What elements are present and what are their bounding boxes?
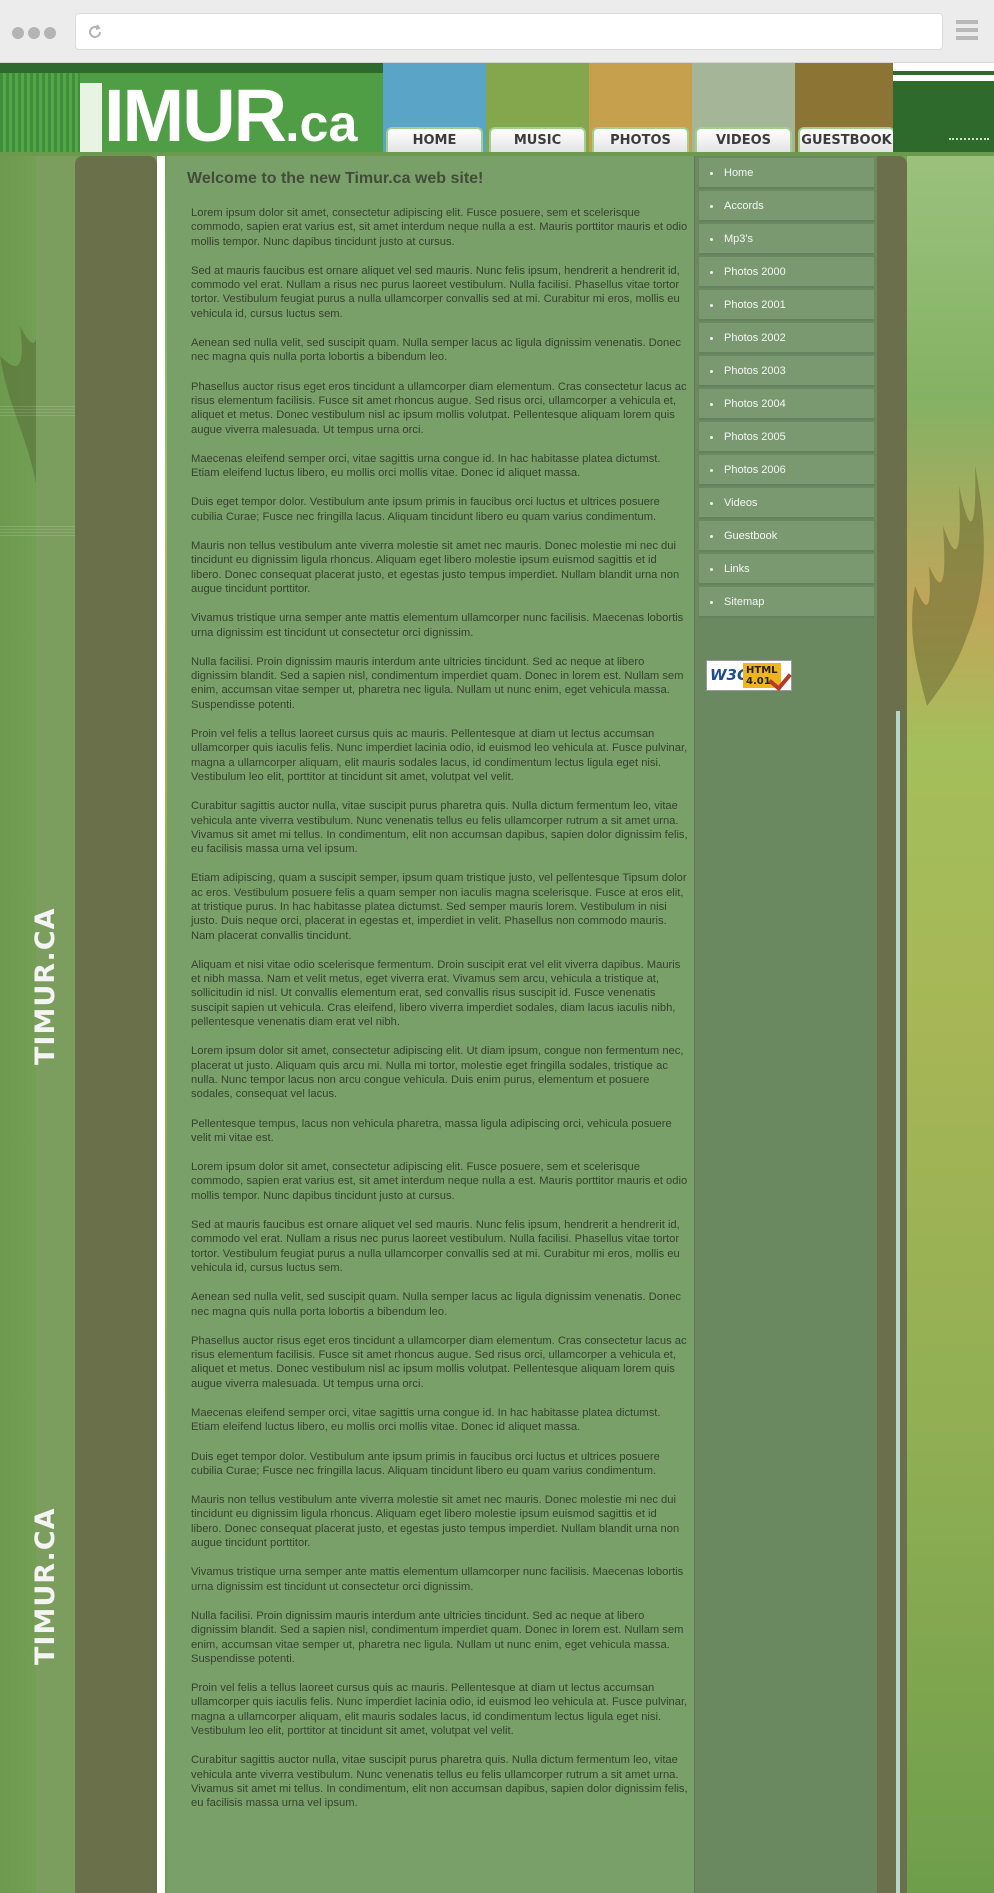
logo-main: IMUR bbox=[104, 74, 287, 153]
window-dot-icon[interactable] bbox=[44, 27, 56, 39]
logo-t-bar bbox=[80, 83, 102, 152]
sidebar-item-guestbook[interactable]: Guestbook bbox=[699, 521, 874, 552]
vertical-logo: TIMUR.CA bbox=[30, 907, 61, 1065]
article-paragraph: Aenean sed nulla velit, sed suscipit qua… bbox=[191, 337, 682, 364]
main-content: Welcome to the new Timur.ca web site! Lo… bbox=[167, 156, 694, 1893]
sidebar-item-photos-2001[interactable]: Photos 2001 bbox=[699, 290, 874, 321]
article-paragraph: Phasellus auctor risus eget eros tincidu… bbox=[191, 1334, 687, 1390]
page-body: TIMUR.CA TIMUR.CA Welcome to the new Tim… bbox=[0, 156, 994, 1893]
article-paragraph: Maecenas eleifend semper orci, vitae sag… bbox=[191, 1407, 661, 1434]
article-paragraph: Vivamus tristique urna semper ante matti… bbox=[191, 1566, 684, 1593]
nav-tab-music[interactable]: MUSIC bbox=[489, 127, 586, 152]
article-paragraph: Pellentesque tempus, lacus non vehicula … bbox=[191, 1117, 672, 1144]
vertical-logo: TIMUR.CA bbox=[30, 1507, 61, 1665]
sidebar-item-sitemap[interactable]: Sitemap bbox=[699, 587, 874, 618]
article-paragraph: Proin vel felis a tellus laoreet cursus … bbox=[191, 1682, 688, 1738]
sidebar-item-photos-2004[interactable]: Photos 2004 bbox=[699, 389, 874, 420]
nav-tab-photos[interactable]: PHOTOS bbox=[592, 127, 689, 152]
window-dot-icon[interactable] bbox=[12, 27, 24, 39]
content-separator bbox=[157, 156, 165, 1893]
left-dark-column bbox=[75, 156, 157, 1893]
article-paragraph: Nulla facilisi. Proin dignissim mauris i… bbox=[191, 655, 684, 711]
hamburger-icon[interactable] bbox=[956, 20, 978, 44]
logo-suffix: .ca bbox=[285, 95, 358, 152]
plant-silhouette-icon bbox=[912, 466, 984, 706]
article-paragraph: Aenean sed nulla velit, sed suscipit qua… bbox=[191, 1291, 682, 1318]
site-header: IMUR.ca HOME MUSIC PHOTOS VIDEOS GUESTBO… bbox=[0, 63, 994, 152]
nav-tab-videos[interactable]: VIDEOS bbox=[695, 127, 792, 152]
article-paragraph: Nulla facilisi. Proin dignissim mauris i… bbox=[191, 1609, 684, 1665]
header-dots-icon bbox=[949, 138, 989, 148]
article-paragraph: Duis eget tempor dolor. Vestibulum ante … bbox=[191, 1450, 660, 1477]
sidebar-item-photos-2000[interactable]: Photos 2000 bbox=[699, 257, 874, 288]
article-paragraph: Etiam adipiscing, quam a suscipit semper… bbox=[191, 872, 687, 942]
w3c-html-badge[interactable]: W3C HTML 4.01 bbox=[706, 660, 792, 692]
article-paragraph: Lorem ipsum dolor sit amet, consectetur … bbox=[191, 1045, 684, 1101]
sidebar-item-videos[interactable]: Videos bbox=[699, 488, 874, 519]
sidebar-item-photos-2002[interactable]: Photos 2002 bbox=[699, 323, 874, 354]
article-paragraph: Lorem ipsum dolor sit amet, consectetur … bbox=[191, 207, 688, 248]
article-paragraph: Aliquam et nisi vitae odio scelerisque f… bbox=[191, 958, 681, 1029]
article-paragraph: Sed at mauris faucibus est ornare alique… bbox=[191, 264, 680, 320]
article-paragraph: Lorem ipsum dolor sit amet, consectetur … bbox=[191, 1161, 688, 1202]
page-title: Welcome to the new Timur.ca web site! bbox=[187, 170, 484, 187]
article-paragraph: Proin vel felis a tellus laoreet cursus … bbox=[191, 728, 688, 783]
sidebar-item-photos-2003[interactable]: Photos 2003 bbox=[699, 356, 874, 387]
right-decoration bbox=[907, 156, 994, 1893]
sidebar-item-photos-2006[interactable]: Photos 2006 bbox=[699, 455, 874, 486]
article-paragraph: Curabitur sagittis auctor nulla, vitae s… bbox=[191, 1754, 688, 1810]
nav-tab-home[interactable]: HOME bbox=[386, 127, 483, 152]
article-paragraph: Vivamus tristique urna semper ante matti… bbox=[191, 612, 684, 639]
article-paragraph: Curabitur sagittis auctor nulla, vitae s… bbox=[191, 800, 688, 856]
sidebar-item-accords[interactable]: Accords bbox=[699, 191, 874, 222]
article-paragraph: Sed at mauris faucibus est ornare alique… bbox=[191, 1219, 680, 1274]
sidebar-menu: Home Accords Mp3's Photos 2000 Photos 2001 Ph… bbox=[695, 158, 878, 618]
article-body: Lorem ipsum dolor sit amet, consectetur … bbox=[187, 206, 690, 1811]
right-thin-line bbox=[896, 711, 900, 1893]
address-bar[interactable] bbox=[75, 13, 943, 50]
article-paragraph: Maecenas eleifend semper orci, vitae sag… bbox=[191, 452, 661, 480]
sidebar-item-photos-2005[interactable]: Photos 2005 bbox=[699, 422, 874, 453]
site-logo[interactable]: IMUR.ca bbox=[104, 79, 358, 153]
window-dot-icon[interactable] bbox=[28, 27, 40, 39]
right-dark-column bbox=[877, 156, 907, 1893]
article-paragraph: Mauris non tellus vestibulum ante viverr… bbox=[191, 540, 680, 595]
reload-icon[interactable] bbox=[86, 23, 104, 41]
sidebar-item-mp3-s[interactable]: Mp3's bbox=[699, 224, 874, 255]
sidebar-item-home[interactable]: Home bbox=[699, 158, 874, 189]
article-paragraph: Mauris non tellus vestibulum ante viverr… bbox=[191, 1494, 680, 1550]
article-paragraph: Phasellus auctor risus eget eros tincidu… bbox=[191, 380, 687, 436]
sidebar: Home Accords Mp3's Photos 2000 Photos 2001 Ph… bbox=[694, 156, 878, 1893]
browser-toolbar bbox=[0, 0, 994, 63]
article-paragraph: Duis eget tempor dolor. Vestibulum ante … bbox=[191, 496, 660, 523]
nav-tab-guestbook[interactable]: GUESTBOOK bbox=[798, 127, 895, 152]
sidebar-item-links[interactable]: Links bbox=[699, 554, 874, 585]
html-label: HTML bbox=[746, 665, 778, 676]
